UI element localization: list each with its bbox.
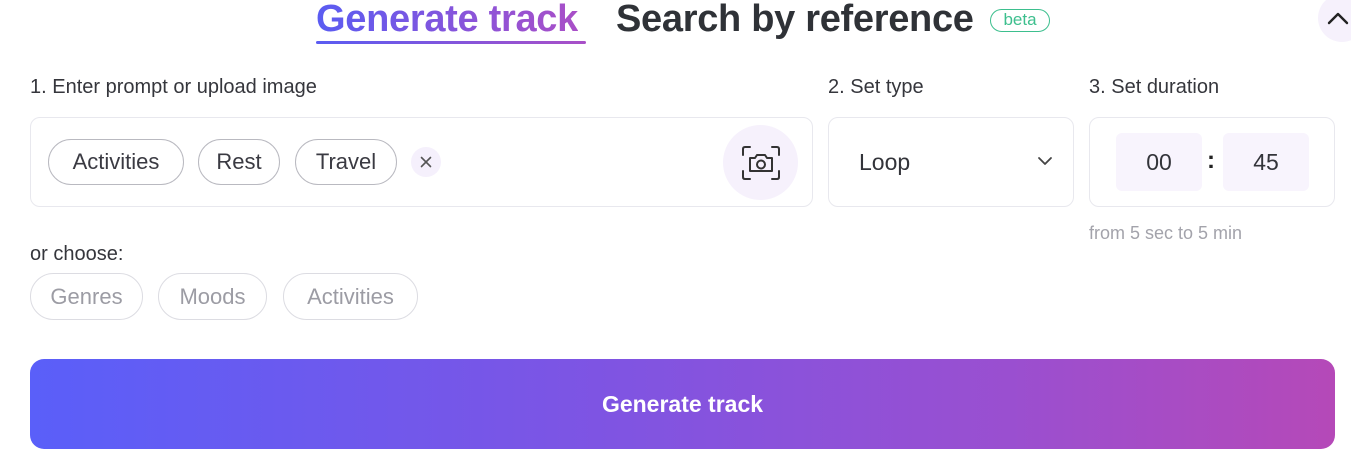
duration-input-group: 00 : 45 [1089,117,1335,207]
choose-moods-button[interactable]: Moods [158,273,267,320]
duration-section-label: 3. Set duration [1089,76,1220,98]
prompt-tag-activities[interactable]: Activities [48,139,184,185]
prompt-section-label: 1. Enter prompt or upload image [30,76,317,98]
type-selected-value: Loop [859,149,911,175]
duration-separator: : [1207,147,1215,174]
duration-minutes-field[interactable]: 00 [1116,133,1202,191]
chevron-down-icon [1038,157,1052,165]
upload-image-button[interactable] [723,125,798,200]
type-select[interactable]: Loop [828,117,1074,207]
beta-badge: beta [990,9,1050,32]
tab-search-by-reference[interactable]: Search by reference [616,0,974,41]
choose-activities-button[interactable]: Activities [283,273,418,320]
tab-generate-track[interactable]: Generate track [316,0,578,41]
prompt-tag-rest[interactable]: Rest [198,139,280,185]
camera-icon [741,145,780,180]
close-icon [420,156,432,168]
clear-tags-button[interactable] [411,147,441,177]
duration-seconds-field[interactable]: 45 [1223,133,1309,191]
generate-track-button[interactable]: Generate track [30,359,1335,449]
choose-label: or choose: [30,243,124,265]
type-section-label: 2. Set type [828,76,924,98]
duration-hint: from 5 sec to 5 min [1089,223,1243,243]
choose-genres-button[interactable]: Genres [30,273,143,320]
collapse-button[interactable] [1318,0,1351,42]
prompt-input-box[interactable]: Activities Rest Travel [30,117,813,207]
active-tab-underline [316,41,586,44]
prompt-tag-travel[interactable]: Travel [295,139,397,185]
generator-panel: Generate track Search by reference beta … [0,0,1351,462]
chevron-up-icon [1327,12,1349,25]
